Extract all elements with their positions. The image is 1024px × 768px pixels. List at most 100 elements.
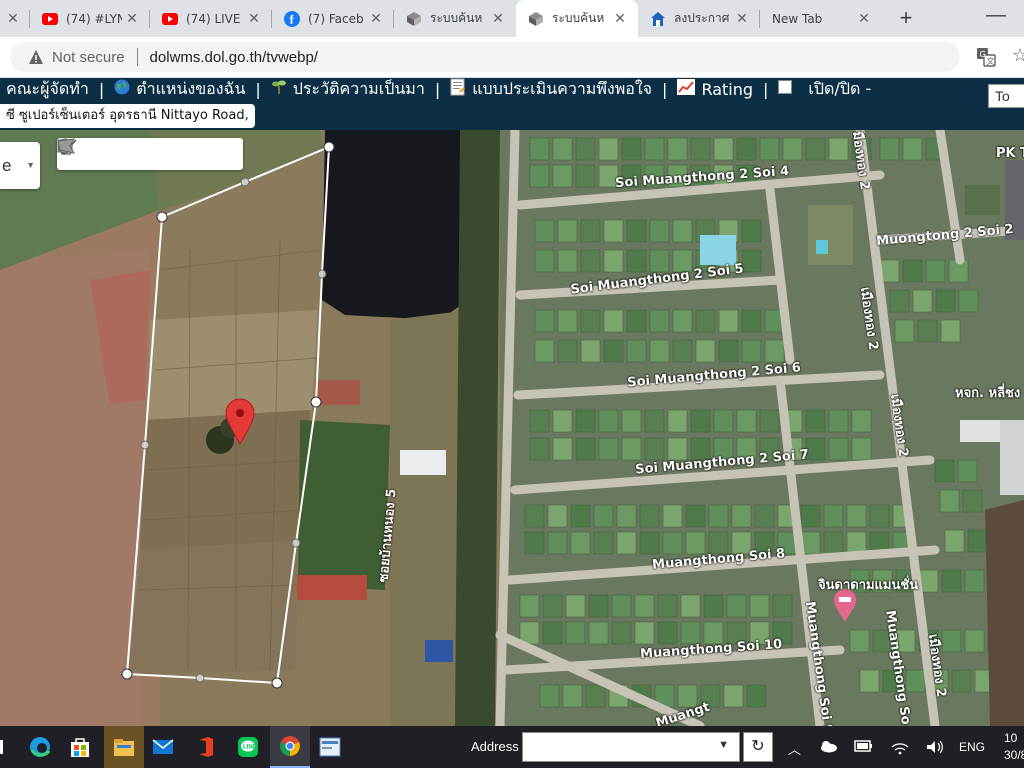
vertex-handle[interactable] — [121, 668, 133, 680]
battery-icon[interactable] — [853, 739, 873, 756]
menu-item-survey[interactable]: แบบประเมินความพึงพอใจ — [442, 77, 660, 102]
menu-item-toggle[interactable]: เปิด/ปิด - — [770, 77, 879, 102]
onedrive-icon[interactable] — [818, 739, 838, 756]
house-roof — [585, 684, 606, 708]
chrome-icon[interactable] — [270, 726, 310, 768]
house-roof — [902, 137, 923, 161]
tab-facebook[interactable]: f (7) Faceb ✕ — [272, 0, 394, 37]
house-roof — [534, 219, 555, 243]
vertex-handle[interactable] — [323, 141, 335, 153]
satellite-map[interactable]: Soi Muangthong 2 Soi 4 Soi Muangthong 2 … — [0, 130, 1024, 726]
tab-partial[interactable]: ✕ — [0, 0, 30, 37]
minimize-icon[interactable]: — — [986, 4, 1006, 27]
omnibox[interactable]: Not secure dolwms.dol.go.th/tvwebp/ — [10, 42, 960, 72]
checkbox-icon[interactable] — [778, 80, 793, 98]
house-roof — [529, 137, 550, 161]
tab-dol-1[interactable]: ระบบค้นห ✕ — [394, 0, 516, 37]
house-roof — [598, 437, 619, 461]
menu-item-rating[interactable]: Rating — [669, 79, 761, 99]
input-language[interactable]: ENG — [959, 740, 985, 754]
tab-youtube-2[interactable]: (74) LIVE ✕ — [150, 0, 272, 37]
midpoint-handle[interactable] — [195, 673, 205, 683]
chevron-down-icon[interactable]: ▼ — [718, 739, 729, 751]
house-roof — [644, 409, 665, 433]
vertex-handle[interactable] — [271, 677, 283, 689]
polyline-icon[interactable] — [57, 138, 150, 170]
chevron-up-icon[interactable]: ︿ — [788, 739, 801, 758]
not-secure-label[interactable]: Not secure — [52, 49, 125, 66]
volume-icon[interactable] — [925, 739, 945, 758]
taskbar-app-icon[interactable] — [314, 731, 346, 763]
translate-icon[interactable]: G文 — [976, 47, 996, 67]
house-roof — [575, 137, 596, 161]
house-roof — [524, 531, 545, 555]
midpoint-handle[interactable] — [291, 538, 301, 548]
close-icon[interactable]: ✕ — [366, 10, 386, 27]
address-toolbar-input[interactable]: ▼ — [522, 732, 740, 762]
marker-icon[interactable] — [59, 138, 119, 170]
house-roof — [542, 621, 563, 645]
task-view-icon[interactable] — [0, 731, 8, 763]
house-roof — [746, 684, 767, 708]
store-icon[interactable] — [64, 731, 96, 763]
office-icon[interactable] — [190, 731, 222, 763]
close-icon[interactable]: ✕ — [4, 10, 22, 27]
menu-item-authors[interactable]: คณะผู้จัดทำ — [0, 77, 97, 102]
url-text[interactable]: dolwms.dol.go.th/tvwebp/ — [150, 49, 318, 66]
roof — [315, 380, 360, 405]
menu-divider: | — [434, 79, 441, 99]
search-button[interactable]: To — [988, 84, 1024, 108]
house-roof — [552, 137, 573, 161]
close-icon[interactable]: ✕ — [244, 10, 264, 27]
wifi-icon[interactable] — [890, 739, 910, 758]
close-icon[interactable]: ✕ — [488, 10, 508, 27]
tab-dol-active[interactable]: ระบบค้นห ✕ — [516, 0, 638, 37]
house-roof — [917, 319, 938, 343]
place-label: จินดาดามแมนชั่น — [818, 578, 919, 593]
tab-new[interactable]: New Tab ✕ — [760, 0, 882, 37]
close-icon[interactable]: ✕ — [854, 10, 874, 27]
dol-icon — [528, 11, 544, 27]
clock-date: 30/8 — [1004, 748, 1024, 762]
line-app-icon[interactable]: LINE — [232, 731, 264, 763]
house-roof — [951, 669, 972, 693]
rectangle-icon[interactable] — [57, 138, 181, 170]
vertex-handle[interactable] — [156, 211, 168, 223]
close-icon[interactable]: ✕ — [122, 10, 142, 27]
mail-icon[interactable] — [147, 731, 179, 763]
house-roof — [749, 594, 770, 618]
circle-icon[interactable] — [57, 138, 212, 170]
edge-icon[interactable] — [24, 731, 56, 763]
house-roof — [879, 137, 900, 161]
new-tab-button[interactable]: + — [893, 6, 919, 32]
midpoint-handle[interactable] — [140, 440, 150, 450]
house-roof — [519, 594, 540, 618]
house-roof — [941, 569, 962, 593]
house-roof — [690, 137, 711, 161]
bookmark-star-icon[interactable]: ☆ — [1012, 45, 1024, 66]
place-label: หจก. หลี่ชง — [955, 386, 1021, 401]
menu-item-history[interactable]: ประวัติความเป็นมา — [263, 77, 433, 102]
warning-icon[interactable] — [28, 49, 44, 65]
vertex-handle[interactable] — [310, 396, 322, 408]
house-roof — [718, 339, 739, 363]
map-imagery[interactable] — [0, 130, 1024, 726]
polygon-icon[interactable] — [57, 138, 243, 170]
midpoint-handle[interactable] — [240, 177, 250, 187]
refresh-button[interactable]: ↻ — [743, 732, 773, 762]
close-icon[interactable]: ✕ — [610, 10, 630, 27]
menu-item-my-location[interactable]: ตำแหน่งของฉัน — [106, 77, 253, 102]
place-label: PK T — [996, 146, 1024, 161]
house-roof — [657, 621, 678, 645]
layer-select[interactable]: e ▼ — [0, 142, 40, 189]
clock[interactable]: 10 30/8 — [1004, 730, 1024, 764]
house-roof — [851, 437, 872, 461]
dol-icon — [406, 11, 422, 27]
midpoint-handle[interactable] — [317, 269, 327, 279]
close-icon[interactable]: ✕ — [732, 10, 752, 27]
file-explorer-icon[interactable] — [104, 726, 144, 768]
house-roof — [741, 249, 762, 273]
house-roof — [580, 219, 601, 243]
tab-listing[interactable]: ลงประกาศ ✕ — [638, 0, 760, 37]
tab-youtube-1[interactable]: (74) #LYN ✕ — [30, 0, 150, 37]
